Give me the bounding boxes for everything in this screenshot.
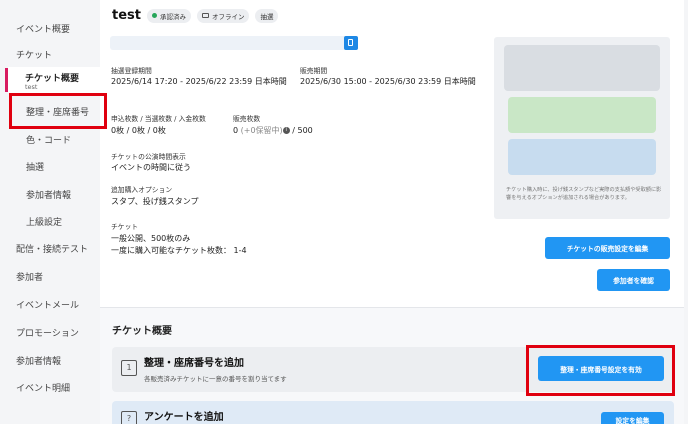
badge-label: 抽選 xyxy=(260,12,274,21)
preview-image xyxy=(508,139,656,175)
highlight-box-numbering-nav xyxy=(9,93,107,129)
scrollbar[interactable] xyxy=(684,0,688,424)
preview-image xyxy=(504,45,660,91)
options-label: 追加購入オプション xyxy=(111,186,173,194)
survey-card: ? アンケートを追加 xyxy=(112,401,674,424)
sidebar-item-lottery[interactable]: 抽選 xyxy=(26,160,44,173)
sidebar-item-attendees[interactable]: 参加者 xyxy=(16,270,43,283)
sidebar-item-ticket-overview[interactable]: チケット概要 test xyxy=(8,67,100,93)
edit-survey-button[interactable]: 設定を編集 xyxy=(601,412,664,424)
sidebar: イベント概要 チケット チケット概要 test 整理・座席番号 色・コード 抽選… xyxy=(0,0,100,424)
display-time-value: イベントの時間に従う xyxy=(111,163,191,172)
status-badge-lottery: 抽選 xyxy=(255,8,279,23)
lottery-period-value: 2025/6/14 17:20 - 2025/6/22 23:59 日本時間 xyxy=(111,77,287,86)
survey-icon: ? xyxy=(121,411,137,424)
info-icon[interactable]: i xyxy=(282,127,290,134)
survey-title: アンケートを追加 xyxy=(144,412,224,423)
options-value: スタプ、投げ銭スタンプ xyxy=(111,197,199,206)
monitor-icon xyxy=(201,13,209,18)
sidebar-item-ticket[interactable]: チケット xyxy=(16,48,52,61)
lottery-period-label: 抽選登録期間 xyxy=(111,67,152,75)
badge-label: 承認済み xyxy=(159,12,186,21)
sold-value: 0 (+0保留中) i / 500 xyxy=(233,125,313,136)
badge-label: オフライン xyxy=(211,12,245,21)
sold-reserved: (+0保留中) xyxy=(240,126,283,135)
page-title: test xyxy=(112,8,141,23)
display-time-label: チケットの公演時間表示 xyxy=(111,153,186,161)
sidebar-item-promotion[interactable]: プロモーション xyxy=(16,326,79,339)
ticket-line-1: 一般公開、500枚のみ xyxy=(111,234,191,243)
ticket-label: チケット xyxy=(111,223,139,231)
section-title: チケット概要 xyxy=(112,326,172,337)
sidebar-item-event-overview[interactable]: イベント概要 xyxy=(16,22,70,35)
copy-url-button[interactable] xyxy=(344,36,358,50)
view-attendees-button[interactable]: 参加者を確認 xyxy=(597,269,670,291)
ticket-preview: チケット購入時に、投げ銭スタンプなど実際の支払額や受取額に影響を与えるオプション… xyxy=(494,37,670,219)
sidebar-item-sublabel: test xyxy=(25,83,38,91)
edit-sales-settings-button[interactable]: チケットの販売設定を編集 xyxy=(545,237,670,259)
status-dot-icon xyxy=(151,13,157,18)
page-header: test 承認済み オフライン 抽選 xyxy=(112,8,279,23)
sales-period-value: 2025/6/30 15:00 - 2025/6/30 23:59 日本時間 xyxy=(300,77,476,86)
preview-image xyxy=(508,97,656,133)
sidebar-item-event-mail[interactable]: イベントメール xyxy=(16,298,79,311)
numbering-desc: 各販売済みチケットに一意の番号を割り当てます xyxy=(144,375,287,383)
ticket-url-field[interactable] xyxy=(110,36,356,50)
sales-period-label: 販売期間 xyxy=(300,67,328,75)
preview-note: チケット購入時に、投げ銭スタンプなど実際の支払額や受取額に影響を与えるオプション… xyxy=(506,187,662,201)
numbering-title: 整理・座席番号を追加 xyxy=(144,358,244,369)
copy-icon xyxy=(348,39,353,46)
sold-total: / 500 xyxy=(292,126,313,135)
sidebar-item-attendee-info[interactable]: 参加者情報 xyxy=(26,188,71,201)
counts-value: 0枚 / 0枚 / 0枚 xyxy=(111,126,166,135)
sidebar-item-advanced[interactable]: 上級設定 xyxy=(26,215,62,228)
status-badge-approved: 承認済み xyxy=(146,8,191,23)
counts-label: 申込枚数 / 当選枚数 / 入金枚数 xyxy=(111,115,206,123)
highlight-box-enable-button xyxy=(526,345,675,396)
sidebar-item-streaming[interactable]: 配信・接続テスト xyxy=(16,242,88,255)
sidebar-item-event-statement[interactable]: イベント明細 xyxy=(16,381,70,394)
sidebar-item-color-code[interactable]: 色・コード xyxy=(26,133,71,146)
numbering-icon: 1 xyxy=(121,360,137,376)
status-badge-offline: オフライン xyxy=(196,8,250,23)
ticket-line-2: 一度に購入可能なチケット枚数： 1-4 xyxy=(111,246,247,255)
sold-count: 0 xyxy=(233,126,239,135)
sold-label: 販売枚数 xyxy=(233,115,261,123)
sidebar-item-attendee-info-2[interactable]: 参加者情報 xyxy=(16,354,61,367)
